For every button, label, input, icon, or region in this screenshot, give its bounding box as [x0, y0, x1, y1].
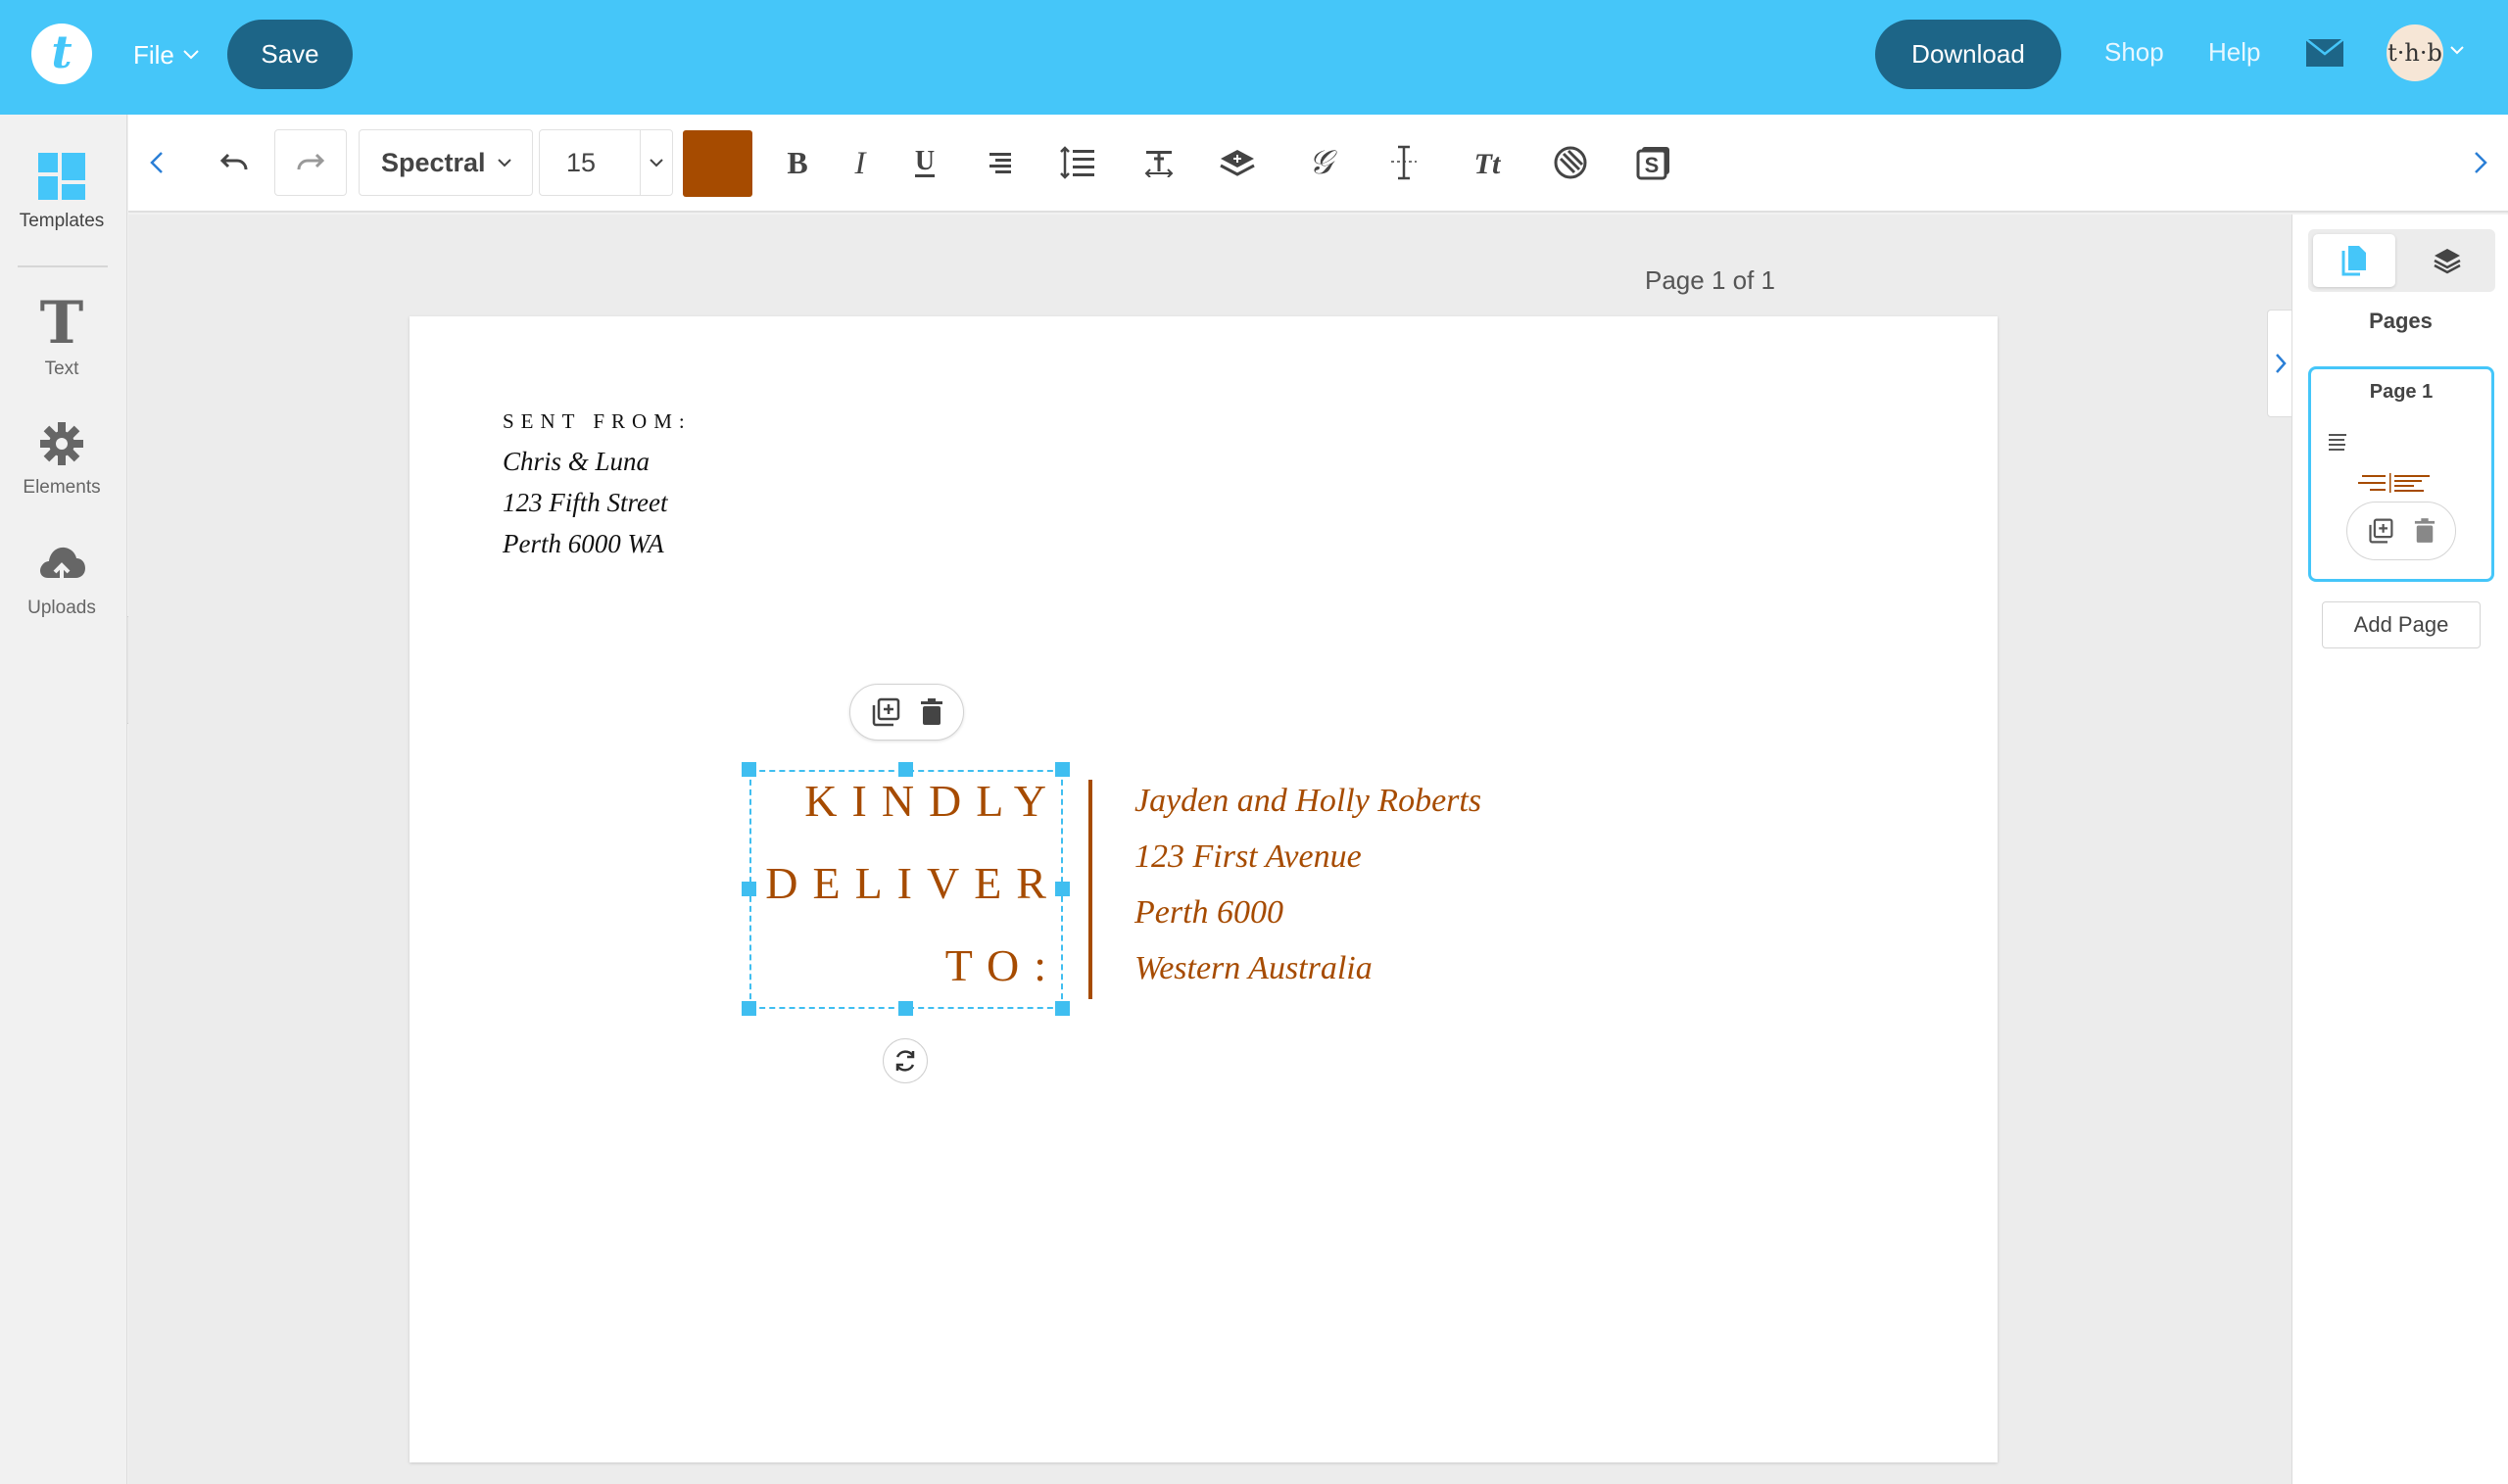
save-button[interactable]: Save: [227, 20, 353, 89]
layers-icon: [2433, 247, 2462, 274]
resize-handle[interactable]: [742, 1001, 756, 1016]
svg-text:I: I: [854, 146, 868, 179]
sender-line[interactable]: Chris & Luna: [503, 447, 650, 477]
rotate-icon[interactable]: [883, 1038, 928, 1083]
italic-icon[interactable]: I: [836, 129, 885, 196]
svg-text:T: T: [40, 294, 84, 349]
chevron-left-icon[interactable]: [142, 129, 171, 196]
top-bar: t File Save Download Shop Help t·h·b: [0, 0, 2508, 115]
letter-spacing-icon[interactable]: [1134, 129, 1183, 196]
element-actions: [849, 684, 964, 741]
resize-handle[interactable]: [742, 762, 756, 777]
panel-tabs: [2308, 229, 2495, 292]
avatar-initials: t·h·b: [2387, 39, 2442, 67]
chevron-down-icon: [497, 158, 512, 168]
recipient-line[interactable]: 123 First Avenue: [1134, 838, 1362, 876]
font-size-select[interactable]: 15: [539, 129, 673, 196]
sidebar-item-text[interactable]: T Text: [0, 294, 123, 380]
resize-handle[interactable]: [742, 882, 756, 896]
sidebar-item-label: Text: [44, 359, 79, 379]
resize-handle[interactable]: [1055, 1001, 1070, 1016]
trash-icon[interactable]: [2414, 518, 2436, 544]
sender-line[interactable]: Perth 6000 WA: [503, 529, 664, 559]
chevron-right-icon: [2275, 353, 2287, 374]
page-indicator: Page 1 of 1: [1645, 265, 1775, 295]
sidebar-item-uploads[interactable]: Uploads: [0, 543, 123, 619]
svg-text:B: B: [787, 146, 807, 179]
effects-icon[interactable]: [1546, 129, 1595, 196]
undo-icon[interactable]: [205, 129, 264, 196]
upload-icon: [36, 543, 87, 588]
underline-icon[interactable]: U: [900, 129, 949, 196]
left-sidebar: Templates T Text Elements Uploads: [0, 115, 127, 1484]
logo-letter: t: [51, 25, 72, 78]
redo-icon[interactable]: [274, 129, 347, 196]
file-menu[interactable]: File: [133, 33, 200, 76]
script-font-icon[interactable]: 𝒢: [1296, 129, 1345, 196]
recipient-line[interactable]: Perth 6000: [1134, 894, 1283, 932]
avatar[interactable]: t·h·b: [2387, 24, 2443, 81]
vertical-spacing-icon[interactable]: [1379, 129, 1428, 196]
tab-layers[interactable]: [2406, 234, 2488, 287]
font-family-value: Spectral: [381, 147, 486, 177]
mail-icon[interactable]: [2305, 38, 2344, 68]
font-family-select[interactable]: Spectral: [359, 129, 533, 196]
right-panel: Pages Page 1 Add Page: [2291, 215, 2508, 1484]
font-size-value: 15: [566, 147, 597, 177]
page-card-label: Page 1: [2369, 381, 2434, 403]
price-icon[interactable]: S: [1629, 129, 1678, 196]
sidebar-divider: [18, 265, 108, 267]
text-color-swatch[interactable]: [683, 130, 752, 197]
sidebar-item-label: Templates: [19, 211, 105, 231]
deliver-line[interactable]: KINDLY: [757, 775, 1061, 827]
pages-icon: [2340, 245, 2368, 276]
resize-handle[interactable]: [898, 1001, 913, 1016]
svg-text:Tt: Tt: [1474, 148, 1502, 178]
vertical-divider[interactable]: [1088, 780, 1092, 999]
sidebar-item-elements[interactable]: Elements: [0, 420, 123, 499]
svg-text:S: S: [1645, 153, 1660, 177]
deliver-line[interactable]: TO:: [757, 939, 1061, 991]
svg-text:𝒢: 𝒢: [1309, 144, 1337, 181]
layer-icon[interactable]: [1213, 129, 1262, 196]
download-button[interactable]: Download: [1875, 20, 2061, 89]
sidebar-item-templates[interactable]: Templates: [0, 152, 123, 232]
page-thumbnail-card[interactable]: Page 1: [2308, 366, 2494, 582]
deliver-line[interactable]: DELIVER: [757, 857, 1061, 909]
page-card-actions: [2346, 502, 2456, 560]
tab-pages[interactable]: [2313, 234, 2395, 287]
svg-text:U: U: [915, 146, 935, 176]
shop-link[interactable]: Shop: [2104, 37, 2164, 68]
help-link[interactable]: Help: [2208, 37, 2260, 68]
duplicate-icon[interactable]: [870, 696, 901, 728]
chevron-down-icon: [182, 49, 200, 61]
panel-title: Pages: [2369, 309, 2433, 333]
chevron-right-icon[interactable]: [2466, 129, 2495, 196]
trash-icon[interactable]: [920, 698, 943, 726]
align-right-icon[interactable]: [976, 129, 1025, 196]
file-menu-label: File: [133, 39, 174, 70]
right-panel-toggle[interactable]: [2267, 310, 2292, 417]
bold-icon[interactable]: B: [773, 129, 822, 196]
recipient-line[interactable]: Jayden and Holly Roberts: [1134, 783, 1481, 820]
sender-line[interactable]: 123 Fifth Street: [503, 488, 667, 518]
recipient-line[interactable]: Western Australia: [1134, 950, 1373, 987]
text-icon: T: [37, 294, 86, 349]
sidebar-item-label: Elements: [23, 477, 101, 498]
templates-icon: [37, 152, 86, 201]
app-logo[interactable]: t: [31, 24, 92, 84]
format-toolbar: Spectral 15 B I U 𝒢 Tt S: [128, 115, 2508, 213]
line-spacing-icon[interactable]: [1053, 129, 1102, 196]
chevron-down-icon[interactable]: [640, 130, 672, 195]
add-page-button[interactable]: Add Page: [2322, 601, 2481, 648]
sent-from-heading[interactable]: SENT FROM:: [503, 409, 692, 434]
elements-icon: [38, 420, 85, 467]
duplicate-icon[interactable]: [2367, 517, 2394, 545]
chevron-down-icon[interactable]: [2449, 45, 2465, 56]
text-case-icon[interactable]: Tt: [1463, 129, 1512, 196]
sidebar-item-label: Uploads: [27, 598, 96, 618]
design-page[interactable]: SENT FROM: Chris & Luna 123 Fifth Street…: [410, 316, 1998, 1462]
